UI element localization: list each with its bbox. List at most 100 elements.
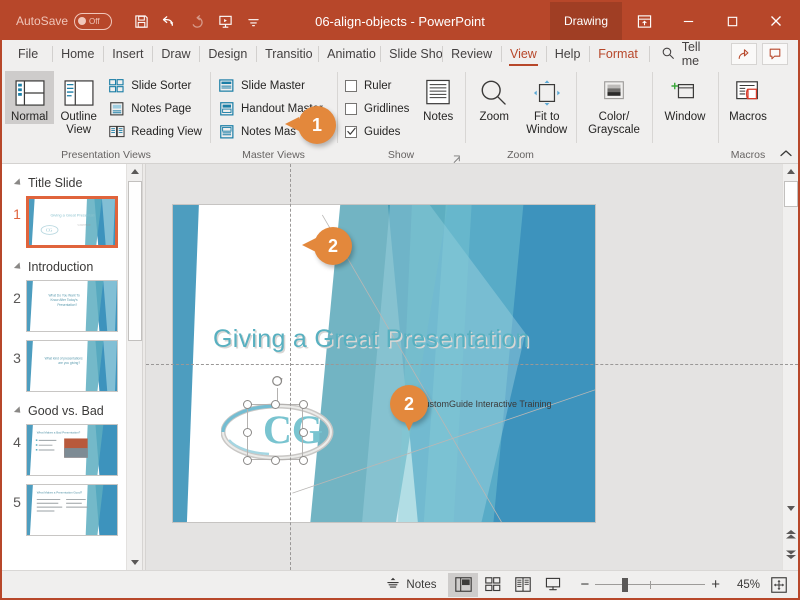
tab-draw[interactable]: Draw	[152, 40, 199, 68]
thumbnail-scrollbar[interactable]	[126, 164, 142, 570]
tab-file[interactable]: File	[2, 40, 52, 68]
thumbnail-slide-3[interactable]: 3 What kind of presentations are you giv…	[2, 338, 142, 398]
fit-slide-to-window-button[interactable]	[766, 573, 792, 597]
gridlines-label: Gridlines	[364, 103, 409, 115]
customize-qat-icon[interactable]	[240, 8, 266, 34]
thumbnail-slide-1[interactable]: 1 Giving a Great Presentati CustomGuide …	[2, 194, 142, 254]
ribbon-display-options-icon[interactable]	[622, 2, 666, 40]
notes-page-button[interactable]: Notes Page	[103, 97, 207, 120]
tab-animations[interactable]: Animatio	[318, 40, 380, 68]
tab-help[interactable]: Help	[546, 40, 590, 68]
slide-thumbnail-pane[interactable]: Title Slide 1 Giving a Great Presentati …	[2, 164, 142, 570]
resize-handle-w[interactable]	[243, 428, 252, 437]
section-header-good-vs-bad[interactable]: Good vs. Bad	[2, 398, 142, 422]
resize-handle-sw[interactable]	[243, 456, 252, 465]
rotate-handle-icon[interactable]	[271, 374, 285, 388]
macros-button[interactable]: Macros	[721, 71, 775, 124]
reading-view-button[interactable]: Reading View	[103, 120, 207, 143]
section-title: Good vs. Bad	[28, 404, 104, 418]
canvas-scrollbar[interactable]	[782, 164, 798, 570]
outline-view-button[interactable]: Outline View	[54, 71, 103, 137]
normal-view-button[interactable]: Normal	[5, 71, 54, 124]
normal-view-icon	[15, 75, 45, 111]
zoom-slider-knob[interactable]	[622, 578, 628, 592]
comments-icon[interactable]	[762, 43, 788, 65]
slide-show-button[interactable]	[538, 573, 568, 597]
chevron-up-icon[interactable]	[778, 145, 794, 161]
redo-icon[interactable]	[184, 8, 210, 34]
close-icon[interactable]	[754, 2, 798, 40]
zoom-in-button[interactable]: +	[711, 576, 720, 593]
save-icon[interactable]	[128, 8, 154, 34]
slide-sorter-button[interactable]: Slide Sorter	[103, 74, 207, 97]
resize-handle-ne[interactable]	[299, 400, 308, 409]
window-button[interactable]: Window	[655, 71, 715, 124]
slide-subtitle-text[interactable]: CustomGuide Interactive Training	[418, 399, 552, 409]
minimize-icon[interactable]	[666, 2, 710, 40]
fit-to-window-button[interactable]: Fit to Window	[521, 71, 574, 137]
thumbnail-slide-4[interactable]: 4 What Makes a Bad Presentation?	[2, 422, 142, 482]
start-presentation-icon[interactable]	[212, 8, 238, 34]
callout-badge-2-horizontal: 2	[390, 385, 428, 423]
zoom-out-button[interactable]: −	[580, 576, 589, 593]
tell-me-search[interactable]: Tell me	[647, 40, 731, 68]
slide-editing-area[interactable]: Giving a Great Presentation CustomGuide …	[172, 204, 596, 523]
tab-slide-show[interactable]: Slide Sho	[380, 40, 442, 68]
tab-review[interactable]: Review	[442, 40, 501, 68]
section-header-title-slide[interactable]: Title Slide	[2, 170, 142, 194]
autosave-control[interactable]: AutoSave Off	[16, 13, 112, 30]
slide-sorter-button[interactable]	[478, 573, 508, 597]
autosave-toggle[interactable]: Off	[74, 13, 112, 30]
tab-format[interactable]: Format	[589, 40, 646, 68]
thumbnail-slide-5[interactable]: 5 What Makes a Presentation Good?	[2, 482, 142, 542]
tab-design[interactable]: Design	[199, 40, 256, 68]
tab-view[interactable]: View	[501, 40, 546, 68]
tab-insert[interactable]: Insert	[103, 40, 152, 68]
scroll-up-arrow-icon[interactable]	[127, 164, 142, 180]
ruler-label: Ruler	[364, 80, 391, 92]
ruler-checkbox[interactable]: Ruler	[340, 74, 414, 97]
slide-preview: What Makes a Presentation Good?	[26, 484, 118, 536]
canvas-scrollbar-thumb[interactable]	[784, 181, 798, 207]
undo-icon[interactable]	[156, 8, 182, 34]
zoom-slider[interactable]	[595, 578, 705, 592]
notes-label: Notes	[406, 579, 436, 591]
section-header-introduction[interactable]: Introduction	[2, 254, 142, 278]
normal-view-button[interactable]	[448, 573, 478, 597]
zoom-button[interactable]: Zoom	[468, 71, 521, 124]
resize-handle-se[interactable]	[299, 456, 308, 465]
thumbnail-scrollbar-thumb[interactable]	[128, 181, 142, 341]
guides-label: Guides	[364, 126, 400, 138]
resize-handle-n[interactable]	[271, 400, 280, 409]
tab-home[interactable]: Home	[52, 40, 103, 68]
thumbnail-slide-2[interactable]: 2 What Do You Want To Know After Today's…	[2, 278, 142, 338]
group-label-master-views: Master Views	[213, 146, 334, 163]
previous-slide-button[interactable]	[783, 526, 798, 542]
guides-checkbox[interactable]: Guides	[340, 120, 414, 143]
resize-handle-s[interactable]	[271, 456, 280, 465]
slide-master-button[interactable]: Slide Master	[213, 74, 328, 97]
slide-canvas[interactable]: Giving a Great Presentation CustomGuide …	[146, 164, 798, 570]
gridlines-checkbox[interactable]: Gridlines	[340, 97, 414, 120]
notes-toggle-button[interactable]: Notes	[374, 573, 448, 597]
notes-button[interactable]: Notes	[414, 71, 462, 124]
zoom-percent-label[interactable]: 45%	[726, 579, 760, 591]
cg-logo-object[interactable]: CG	[221, 390, 349, 470]
color-grayscale-button[interactable]: Color/ Grayscale	[579, 71, 649, 137]
contextual-tab-drawing[interactable]: Drawing	[550, 2, 622, 40]
maximize-icon[interactable]	[710, 2, 754, 40]
reading-view-button[interactable]	[508, 573, 538, 597]
checkmark-icon	[347, 127, 356, 136]
resize-handle-e[interactable]	[299, 428, 308, 437]
slide-title-text[interactable]: Giving a Great Presentation	[213, 325, 585, 354]
canvas-scroll-up-icon[interactable]	[783, 164, 798, 180]
tab-transitions[interactable]: Transitio	[256, 40, 318, 68]
scroll-down-arrow-icon[interactable]	[127, 554, 142, 570]
next-slide-button[interactable]	[783, 546, 798, 562]
notes-page-icon	[108, 102, 125, 116]
canvas-scroll-down-icon[interactable]	[783, 500, 798, 516]
guides-checkbox-box	[345, 126, 357, 138]
show-dialog-launcher[interactable]	[453, 151, 462, 160]
share-icon[interactable]	[731, 43, 757, 65]
resize-handle-nw[interactable]	[243, 400, 252, 409]
